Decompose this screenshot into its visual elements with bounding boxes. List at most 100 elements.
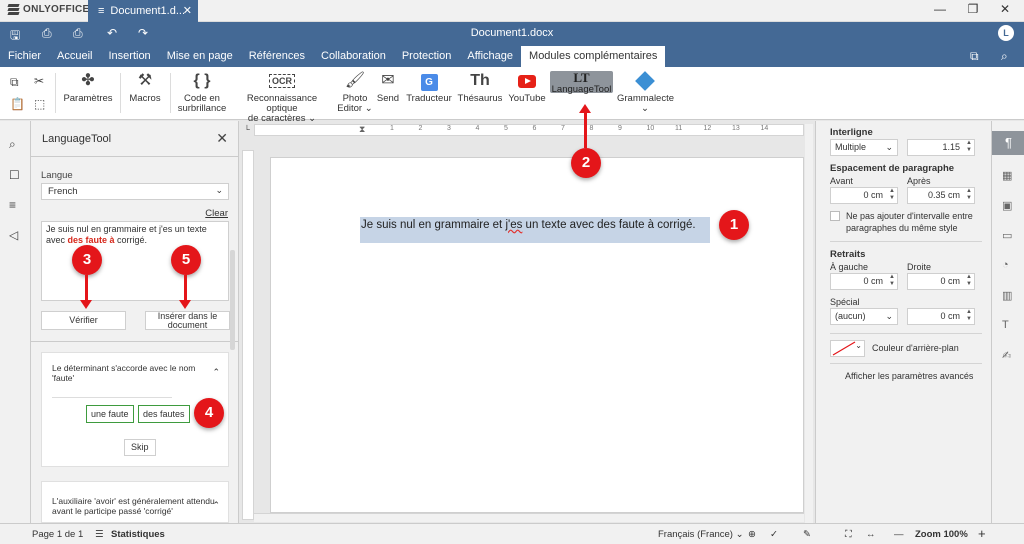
- document-tab[interactable]: ≡ Document1.d... ✕: [88, 0, 198, 22]
- search-icon[interactable]: ⌕: [1001, 49, 1008, 64]
- open-location-icon[interactable]: ⧉: [970, 49, 979, 64]
- macros-button[interactable]: ⚒ Macros: [126, 71, 164, 104]
- chevron-up-icon[interactable]: ⌃: [212, 500, 220, 511]
- insert-button[interactable]: Insérer dans le document: [145, 311, 230, 330]
- traducteur-button[interactable]: G Traducteur: [405, 71, 453, 104]
- text-art-icon[interactable]: T: [1002, 319, 1009, 331]
- plugins-toolbar: ⧉ ✂ 📋 ⬚ ✤ Paramètres ⚒ Macros { } Code e…: [0, 67, 1024, 124]
- send-button[interactable]: ✉ Send: [374, 71, 402, 104]
- tab-close-icon[interactable]: ✕: [183, 4, 192, 17]
- photo-label-line2: Editor: [337, 103, 363, 114]
- parametres-button[interactable]: ✤ Paramètres: [62, 71, 114, 104]
- zoom-in-icon[interactable]: +: [978, 526, 986, 541]
- spellcheck-icon[interactable]: ✓: [770, 529, 778, 540]
- statistics-icon[interactable]: ☰: [95, 529, 104, 540]
- globe-icon[interactable]: ⊕: [748, 529, 756, 540]
- interligne-value-input[interactable]: 1.15 ▲ ▼: [907, 139, 975, 156]
- code-highlight-button[interactable]: { } Code en surbrillance: [175, 71, 229, 114]
- horizontal-ruler[interactable]: ⧗ 1 2 3 4 5 6 7 8 9 10 11 12 13 14: [254, 124, 804, 136]
- tab-mise-en-page[interactable]: Mise en page: [159, 46, 241, 67]
- zoom-out-icon[interactable]: —: [894, 529, 904, 540]
- vertical-scrollbar[interactable]: [805, 124, 813, 523]
- shape-icon[interactable]: ◔: [1002, 259, 1009, 271]
- chart-icon[interactable]: ▥: [1002, 289, 1012, 302]
- gauche-input[interactable]: 0 cm ▲ ▼: [830, 273, 898, 290]
- comments-icon[interactable]: ☐: [9, 168, 20, 182]
- copy-icon[interactable]: ⧉: [10, 75, 19, 90]
- language-indicator[interactable]: Français (France) ⌄: [658, 529, 744, 540]
- advanced-settings-link[interactable]: Afficher les paramètres avancés: [845, 371, 973, 381]
- paste-icon[interactable]: 📋: [10, 97, 25, 111]
- page-indicator[interactable]: Page 1 de 1: [32, 529, 83, 540]
- spinner-icon[interactable]: ▲ ▼: [889, 188, 895, 202]
- panel-scrollbar[interactable]: [230, 250, 235, 350]
- spinner-icon[interactable]: ▲ ▼: [966, 274, 972, 288]
- user-avatar[interactable]: L: [998, 25, 1014, 41]
- feedback-icon[interactable]: ◁: [9, 228, 18, 242]
- droite-input[interactable]: 0 cm ▲ ▼: [907, 273, 975, 290]
- chevron-up-icon[interactable]: ⌃: [212, 367, 220, 378]
- code-label-line2: surbrillance: [177, 103, 227, 114]
- spinner-icon[interactable]: ▲ ▼: [966, 188, 972, 202]
- spinner-icon[interactable]: ▲ ▼: [889, 274, 895, 288]
- image-icon[interactable]: ▣: [1002, 199, 1012, 212]
- suggestion-des-fautes[interactable]: des fautes: [138, 405, 190, 423]
- navigation-icon[interactable]: ≡: [9, 198, 16, 212]
- horizontal-scrollbar[interactable]: [254, 513, 804, 522]
- skip-button[interactable]: Skip: [124, 439, 156, 456]
- ocr-button[interactable]: OCR Reconnaissance optique de caractères…: [232, 71, 332, 124]
- grammalecte-button[interactable]: Grammalecte ⌄: [617, 71, 674, 114]
- youtube-button[interactable]: YouTube: [507, 71, 547, 104]
- header-footer-icon[interactable]: ▭: [1002, 229, 1012, 242]
- close-icon[interactable]: ✕: [216, 130, 228, 147]
- fit-page-icon[interactable]: ⛶: [845, 529, 852, 540]
- youtube-icon: [507, 71, 547, 91]
- text-part: Je suis nul en grammaire et: [361, 219, 506, 231]
- clear-link[interactable]: Clear: [205, 208, 228, 219]
- tab-insertion[interactable]: Insertion: [100, 46, 158, 67]
- document-text[interactable]: Je suis nul en grammaire et j'es un text…: [360, 217, 710, 243]
- thesaurus-button[interactable]: Th Thésaurus: [457, 71, 503, 104]
- vertical-ruler[interactable]: [242, 150, 254, 520]
- restore-icon[interactable]: ❐: [958, 2, 988, 16]
- signature-icon[interactable]: ✍: [1002, 349, 1011, 362]
- status-bar: Page 1 de 1 ☰ Statistiques Français (Fra…: [0, 523, 1024, 544]
- minimize-icon[interactable]: —: [925, 2, 955, 16]
- table-icon[interactable]: ▦: [1002, 169, 1012, 182]
- select-all-icon[interactable]: ⬚: [34, 97, 45, 111]
- special-cm-input[interactable]: 0 cm ▲ ▼: [907, 308, 975, 325]
- tab-affichage[interactable]: Affichage: [459, 46, 521, 67]
- tab-references[interactable]: Références: [241, 46, 313, 67]
- no-spacing-checkbox[interactable]: [830, 211, 840, 221]
- suggestion-une-faute[interactable]: une faute: [86, 405, 134, 423]
- tab-modules-complementaires[interactable]: Modules complémentaires: [521, 46, 666, 67]
- avant-input[interactable]: 0 cm ▲ ▼: [830, 187, 898, 204]
- cut-icon[interactable]: ✂: [34, 74, 44, 88]
- ruler-tick-label: 11: [675, 125, 683, 132]
- statistics-label[interactable]: Statistiques: [111, 529, 165, 540]
- fit-width-icon[interactable]: ↔: [866, 529, 876, 540]
- track-changes-icon[interactable]: ✎: [803, 529, 811, 540]
- tab-fichier[interactable]: Fichier: [0, 46, 49, 67]
- spinner-icon[interactable]: ▲ ▼: [966, 309, 972, 323]
- tab-accueil[interactable]: Accueil: [49, 46, 100, 67]
- interligne-mode-select[interactable]: Multiple ⌄: [830, 139, 898, 156]
- spinner-icon[interactable]: ▲ ▼: [966, 140, 972, 154]
- search-icon[interactable]: ⌕: [9, 137, 16, 152]
- language-select[interactable]: French ⌄: [41, 183, 229, 200]
- tab-stop-icon[interactable]: └: [242, 125, 252, 135]
- tab-protection[interactable]: Protection: [394, 46, 460, 67]
- verify-button[interactable]: Vérifier: [41, 311, 126, 330]
- apres-input[interactable]: 0.35 cm ▲ ▼: [907, 187, 975, 204]
- background-color-picker[interactable]: ⌄: [830, 340, 865, 357]
- window-close-icon[interactable]: ✕: [990, 2, 1020, 16]
- photo-editor-button[interactable]: 🖌 Photo Editor ⌄: [336, 71, 374, 114]
- document-page[interactable]: [270, 157, 804, 513]
- tab-collaboration[interactable]: Collaboration: [313, 46, 394, 67]
- languagetool-button[interactable]: LT LanguageTool: [550, 71, 613, 95]
- special-select[interactable]: (aucun) ⌄: [830, 308, 898, 325]
- document-tab-title: Document1.d...: [110, 5, 186, 17]
- indent-marker-icon[interactable]: ⧗: [359, 124, 365, 135]
- paragraph-icon[interactable]: ¶: [992, 131, 1024, 155]
- apres-label: Après: [907, 176, 931, 186]
